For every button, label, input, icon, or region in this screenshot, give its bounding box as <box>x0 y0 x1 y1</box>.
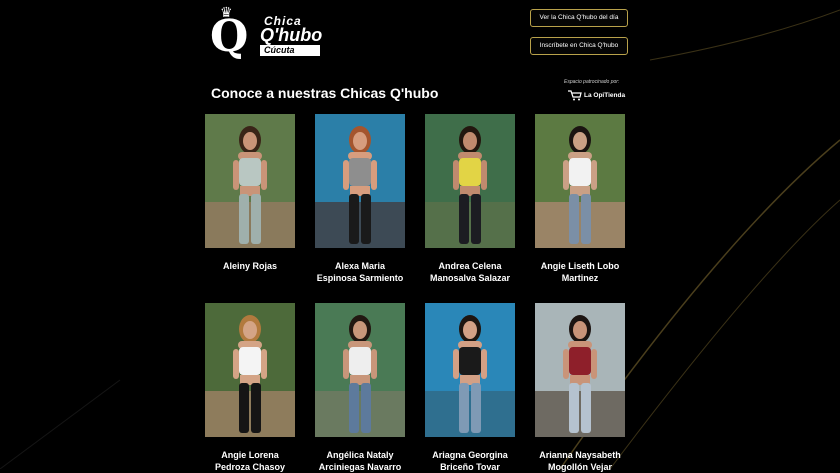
profile-photo[interactable] <box>425 114 515 248</box>
brand-logo[interactable]: ♛ Q Chica Q'hubo Cúcuta <box>210 5 323 63</box>
profile-name[interactable]: Angie Liseth Lobo Martinez <box>535 260 625 284</box>
section-title: Conoce a nuestras Chicas Q'hubo <box>211 85 439 101</box>
profile-photo[interactable] <box>535 114 625 248</box>
profile-photo[interactable] <box>425 303 515 437</box>
profile-name[interactable]: Aleiny Rojas <box>205 260 295 272</box>
profile-photo[interactable] <box>205 114 295 248</box>
gallery-card[interactable]: Aleiny Rojas <box>205 114 295 272</box>
shopping-cart-icon <box>568 89 582 100</box>
gallery-card[interactable]: Angélica Nataly Arciniegas Navarro <box>315 303 405 473</box>
gallery-card[interactable]: Ariagna Georgina Briceño Tovar <box>425 303 515 473</box>
profile-name[interactable]: Arianna Naysabeth Mogollón Vejar <box>535 449 625 473</box>
profile-photo[interactable] <box>315 114 405 248</box>
profile-photo[interactable] <box>205 303 295 437</box>
gallery-card[interactable]: Arianna Naysabeth Mogollón Vejar <box>535 303 625 473</box>
profile-photo[interactable] <box>535 303 625 437</box>
gallery-card[interactable]: Andrea Celena Manosalva Salazar <box>425 114 515 284</box>
profile-name[interactable]: Alexa Maria Espinosa Sarmiento <box>315 260 405 284</box>
profile-name[interactable]: Angie Lorena Pedroza Chasoy <box>205 449 295 473</box>
logo-city-text: Cúcuta <box>260 45 320 56</box>
sponsor-label: Espacio patrocinado por: <box>564 79 620 85</box>
view-today-button[interactable]: Ver la Chica Q'hubo del día <box>530 9 628 27</box>
gallery-card[interactable]: Alexa Maria Espinosa Sarmiento <box>315 114 405 284</box>
profile-name[interactable]: Angélica Nataly Arciniegas Navarro <box>315 449 405 473</box>
logo-qhubo-text: Q'hubo <box>260 25 323 45</box>
background-decoration <box>0 9 840 469</box>
sponsor-logo[interactable]: La OpiTienda <box>568 89 625 101</box>
profile-photo[interactable] <box>315 303 405 437</box>
profile-name[interactable]: Ariagna Georgina Briceño Tovar <box>425 449 515 473</box>
profile-name[interactable]: Andrea Celena Manosalva Salazar <box>425 260 515 284</box>
gallery-card[interactable]: Angie Liseth Lobo Martinez <box>535 114 625 284</box>
signup-button[interactable]: Inscríbete en Chica Q'hubo <box>530 37 628 55</box>
sponsor-name: La OpiTienda <box>584 91 626 99</box>
gallery-card[interactable]: Angie Lorena Pedroza Chasoy <box>205 303 295 473</box>
logo-q-mark: Q <box>210 11 249 62</box>
